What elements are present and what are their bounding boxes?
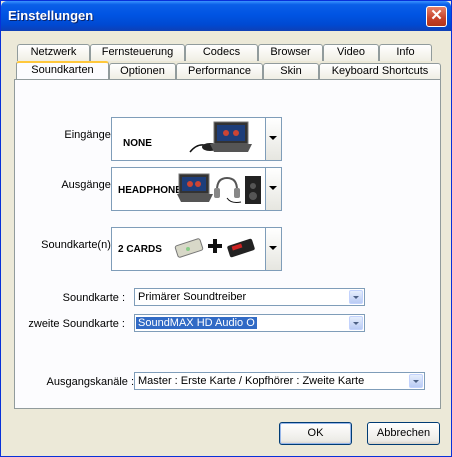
- eingaenge-dropdown-button[interactable]: [265, 118, 281, 160]
- settings-window: Einstellungen ✕ Netzwerk Fernsteuerung C…: [0, 0, 452, 457]
- close-button[interactable]: ✕: [426, 6, 447, 27]
- soundkarte-value: Primärer Soundtreiber: [138, 291, 247, 303]
- ausgaenge-combo[interactable]: HEADPHONES: [111, 167, 282, 211]
- tab-browser[interactable]: Browser: [258, 44, 323, 61]
- soundkarte-select[interactable]: Primärer Soundtreiber: [134, 288, 365, 306]
- laptop-headphones-speaker-icon: [177, 173, 261, 204]
- chevron-down-icon: [413, 380, 419, 383]
- zweite-soundkarte-label: zweite Soundkarte :: [28, 318, 125, 330]
- ausgangskanaele-select[interactable]: Master : Erste Karte / Kopfhörer : Zweit…: [134, 372, 425, 390]
- ausgangskanaele-label: Ausgangskanäle :: [46, 376, 134, 388]
- soundkarten-panel: Eingänge : NONE Ausgänge : HEADPHONES So…: [14, 79, 441, 409]
- eingaenge-label: Eingänge :: [64, 129, 117, 141]
- soundkarte-label: Soundkarte :: [62, 292, 125, 304]
- chevron-down-icon: [269, 246, 277, 250]
- title-bar[interactable]: Einstellungen ✕: [1, 1, 451, 31]
- tab-codecs[interactable]: Codecs: [185, 44, 258, 61]
- soundkarten-count-value: 2 CARDS: [118, 244, 162, 255]
- sound-cards-icon: [174, 238, 255, 258]
- zweite-soundkarte-dropdown-button[interactable]: [349, 316, 363, 330]
- soundkarte-dropdown-button[interactable]: [349, 290, 363, 304]
- chevron-down-icon: [269, 136, 277, 140]
- window-title: Einstellungen: [8, 8, 94, 23]
- tab-info[interactable]: Info: [379, 44, 432, 61]
- tab-optionen[interactable]: Optionen: [109, 63, 176, 79]
- tab-fernsteuerung[interactable]: Fernsteuerung: [90, 44, 185, 61]
- chevron-down-icon: [269, 186, 277, 190]
- zweite-soundkarte-select[interactable]: SoundMAX HD Audio O: [134, 314, 365, 332]
- chevron-down-icon: [353, 296, 359, 299]
- soundkarten-count-combo[interactable]: 2 CARDS: [111, 227, 282, 271]
- tab-skin[interactable]: Skin: [263, 63, 319, 79]
- tab-soundkarten[interactable]: Soundkarten: [16, 61, 109, 79]
- tab-keyboard-shortcuts[interactable]: Keyboard Shortcuts: [319, 63, 441, 79]
- ausgaenge-label: Ausgänge :: [61, 179, 117, 191]
- eingaenge-combo[interactable]: NONE: [111, 117, 282, 161]
- ausgangskanaele-dropdown-button[interactable]: [409, 374, 423, 388]
- zweite-soundkarte-value: SoundMAX HD Audio O: [136, 317, 257, 329]
- tab-performance[interactable]: Performance: [176, 63, 263, 79]
- tab-video[interactable]: Video: [323, 44, 379, 61]
- ausgaenge-dropdown-button[interactable]: [265, 168, 281, 210]
- soundkarten-count-label: Soundkarte(n) :: [41, 239, 117, 251]
- soundkarten-count-dropdown-button[interactable]: [265, 228, 281, 270]
- laptop-microphone-icon: [189, 121, 252, 153]
- ok-button[interactable]: OK: [279, 422, 352, 445]
- tab-netzwerk[interactable]: Netzwerk: [17, 44, 90, 61]
- eingaenge-value: NONE: [123, 138, 152, 149]
- cancel-button[interactable]: Abbrechen: [367, 422, 440, 445]
- ausgangskanaele-value: Master : Erste Karte / Kopfhörer : Zweit…: [138, 375, 365, 387]
- chevron-down-icon: [353, 322, 359, 325]
